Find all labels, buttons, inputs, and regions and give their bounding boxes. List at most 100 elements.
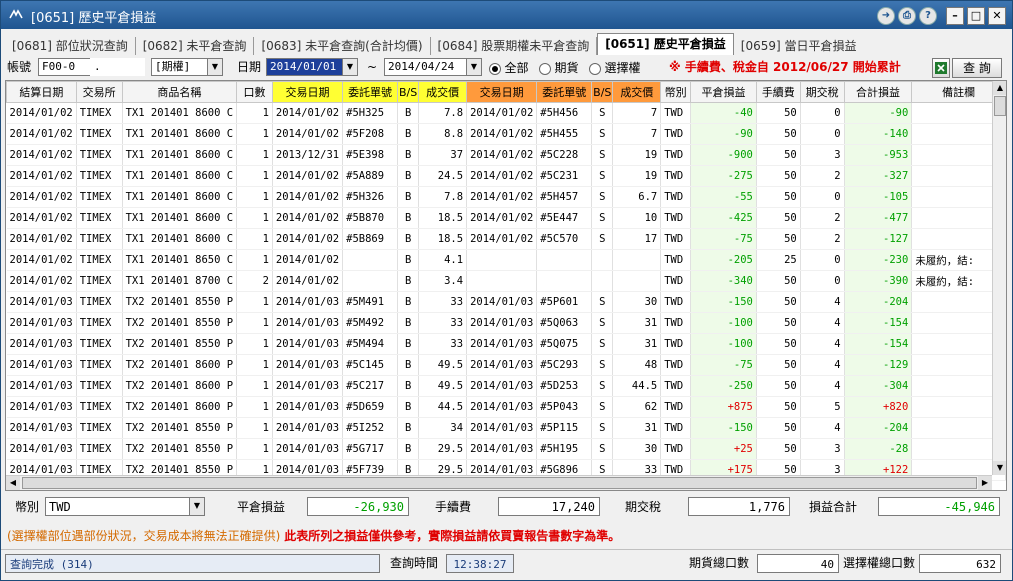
cell-open-date: 2014/01/02 — [272, 165, 344, 187]
horizontal-scrollbar[interactable]: ◀ ▶ — [6, 475, 992, 490]
cell-total-pnl: -90 — [844, 102, 913, 124]
print-icon[interactable]: ⎙ — [898, 7, 916, 25]
table-row[interactable]: 2014/01/03 TIMEX TX2 201401 8550 P 1 2014/01… — [6, 312, 1006, 334]
scroll-up-icon[interactable]: ▲ — [993, 81, 1006, 95]
horizontal-scroll-thumb[interactable] — [22, 477, 977, 489]
column-header-lots[interactable]: 口數 — [236, 81, 273, 103]
radio-options[interactable]: 選擇權 — [589, 59, 641, 77]
column-header-settle-date[interactable]: 結算日期 — [6, 81, 77, 103]
table-row[interactable]: 2014/01/02 TIMEX TX1 201401 8600 C 1 2014/01… — [6, 123, 1006, 145]
table-row[interactable]: 2014/01/03 TIMEX TX2 201401 8550 P 1 2014/01… — [6, 438, 1006, 460]
table-row[interactable]: 2014/01/02 TIMEX TX1 201401 8600 C 1 2014/01… — [6, 228, 1006, 250]
tab-0651[interactable]: [0651] 歷史平倉損益 — [597, 33, 734, 55]
column-header-close-pnl[interactable]: 平倉損益 — [690, 81, 757, 103]
type-select[interactable]: [期權] — [151, 58, 208, 76]
cell-close-price: 31 — [612, 333, 662, 355]
cell-futures-tax: 4 — [800, 354, 845, 376]
scroll-down-icon[interactable]: ▼ — [993, 461, 1006, 475]
table-row[interactable]: 2014/01/02 TIMEX TX1 201401 8600 C 1 2013/12… — [6, 144, 1006, 166]
table-row[interactable]: 2014/01/03 TIMEX TX2 201401 8550 P 1 2014/01… — [6, 333, 1006, 355]
tab-0684[interactable]: [0684] 股票期權未平倉查詢 — [431, 37, 598, 55]
table-row[interactable]: 2014/01/02 TIMEX TX1 201401 8600 C 1 2014/01… — [6, 207, 1006, 229]
radio-futures-indicator[interactable] — [539, 63, 551, 75]
forward-icon[interactable]: ➜ — [877, 7, 895, 25]
radio-all[interactable]: 全部 — [489, 59, 529, 77]
table-row[interactable]: 2014/01/03 TIMEX TX2 201401 8600 P 1 2014/01… — [6, 375, 1006, 397]
radio-options-indicator[interactable] — [589, 63, 601, 75]
vertical-scroll-thumb[interactable] — [994, 96, 1006, 116]
column-header-open-price[interactable]: 成交價 — [418, 81, 468, 103]
date-to-input[interactable]: 2014/04/24 — [384, 58, 467, 76]
column-header-product[interactable]: 商品名稱 — [121, 81, 238, 103]
column-header-currency[interactable]: 幣別 — [660, 81, 692, 103]
cell-currency: TWD — [660, 291, 692, 313]
disclaimer-line: (選擇權部位遇部份狀況，交易成本將無法正確提供) 此表所列之損益僅供參考，實際損… — [7, 527, 620, 544]
table-row[interactable]: 2014/01/02 TIMEX TX1 201401 8600 C 1 2014/01… — [6, 102, 1006, 124]
column-header-close-price[interactable]: 成交價 — [612, 81, 662, 103]
table-row[interactable]: 2014/01/03 TIMEX TX2 201401 8600 P 1 2014/01… — [6, 396, 1006, 418]
help-icon[interactable]: ? — [919, 7, 937, 25]
tab-0659[interactable]: [0659] 當日平倉損益 — [734, 37, 864, 55]
table-row[interactable]: 2014/01/02 TIMEX TX1 201401 8650 C 1 2014/01… — [6, 249, 1006, 271]
table-row[interactable]: 2014/01/02 TIMEX TX1 201401 8600 C 1 2014/01… — [6, 165, 1006, 187]
cell-lots: 1 — [236, 417, 273, 439]
cell-close-bs: S — [591, 354, 614, 376]
date-to-calendar-icon[interactable]: ▼ — [466, 58, 482, 76]
radio-futures[interactable]: 期貨 — [539, 59, 579, 77]
column-header-open-bs[interactable]: B/S — [396, 81, 420, 103]
fee-label: 手續費 — [435, 500, 472, 514]
export-excel-icon[interactable] — [932, 58, 950, 78]
vertical-scrollbar[interactable]: ▲ ▼ — [992, 81, 1006, 475]
tab-0682[interactable]: [0682] 未平倉查詢 — [136, 37, 255, 55]
account-input[interactable]: F00-0 — [38, 58, 91, 76]
query-button[interactable]: 查 詢 — [952, 58, 1002, 78]
column-header-exchange[interactable]: 交易所 — [75, 81, 123, 103]
column-header-close-date[interactable]: 交易日期 — [466, 81, 538, 103]
cell-open-bs: B — [397, 333, 420, 355]
cell-open-price: 3.4 — [418, 270, 468, 292]
date-from-input[interactable]: 2014/01/01 — [266, 58, 343, 76]
table-row[interactable]: 2014/01/02 TIMEX TX1 201401 8700 C 2 2014/01… — [6, 270, 1006, 292]
table-row[interactable]: 2014/01/02 TIMEX TX1 201401 8600 C 1 2014/01… — [6, 186, 1006, 208]
scroll-right-icon[interactable]: ▶ — [978, 476, 992, 490]
column-header-futures-tax[interactable]: 期交稅 — [799, 81, 845, 103]
minimize-button[interactable]: – — [946, 7, 964, 25]
radio-all-indicator[interactable] — [489, 63, 501, 75]
scroll-left-icon[interactable]: ◀ — [6, 476, 20, 490]
cell-close-order-no: #5H455 — [536, 123, 593, 145]
cell-futures-tax: 0 — [800, 102, 845, 124]
cell-total-pnl: -127 — [844, 228, 913, 250]
table-row[interactable]: 2014/01/03 TIMEX TX2 201401 8550 P 1 2014/01… — [6, 417, 1006, 439]
column-header-close-bs[interactable]: B/S — [591, 81, 614, 103]
column-header-close-order-no[interactable]: 委託單號 — [536, 81, 593, 103]
currency-dropdown-arrow-icon[interactable]: ▼ — [189, 497, 205, 516]
maximize-button[interactable]: □ — [967, 7, 985, 25]
cell-futures-tax: 2 — [800, 165, 845, 187]
cell-close-date: 2014/01/03 — [466, 396, 538, 418]
close-button[interactable]: ✕ — [988, 7, 1006, 25]
date-from-calendar-icon[interactable]: ▼ — [342, 58, 358, 76]
cell-settle-date: 2014/01/03 — [6, 375, 77, 397]
tab-0681[interactable]: [0681] 部位狀況查詢 — [5, 37, 136, 55]
column-header-open-date[interactable]: 交易日期 — [271, 81, 344, 103]
cell-open-bs: B — [397, 144, 420, 166]
tab-0683[interactable]: [0683] 未平倉查詢(合計均價) — [254, 37, 431, 55]
cell-product: TX1 201401 8700 C — [122, 270, 238, 292]
type-dropdown-arrow-icon[interactable]: ▼ — [207, 58, 223, 76]
column-header-total-pnl[interactable]: 合計損益 — [843, 81, 913, 103]
cell-close-price: 19 — [612, 144, 662, 166]
table-row[interactable]: 2014/01/03 TIMEX TX2 201401 8600 P 1 2014/01… — [6, 354, 1006, 376]
cell-product: TX1 201401 8600 C — [122, 186, 238, 208]
cell-close-bs: S — [591, 438, 614, 460]
cell-open-bs: B — [397, 375, 420, 397]
cell-open-date: 2014/01/03 — [272, 291, 344, 313]
cell-settle-date: 2014/01/02 — [6, 102, 77, 124]
cell-product: TX2 201401 8600 P — [122, 354, 238, 376]
table-row[interactable]: 2014/01/03 TIMEX TX2 201401 8550 P 1 2014/01… — [6, 291, 1006, 313]
column-header-fee[interactable]: 手續費 — [755, 81, 801, 103]
cell-open-date: 2014/01/02 — [272, 207, 344, 229]
currency-select[interactable]: TWD — [45, 497, 190, 516]
cell-open-bs: B — [397, 270, 420, 292]
radio-all-label: 全部 — [504, 61, 529, 75]
column-header-open-order-no[interactable]: 委託單號 — [342, 81, 398, 103]
